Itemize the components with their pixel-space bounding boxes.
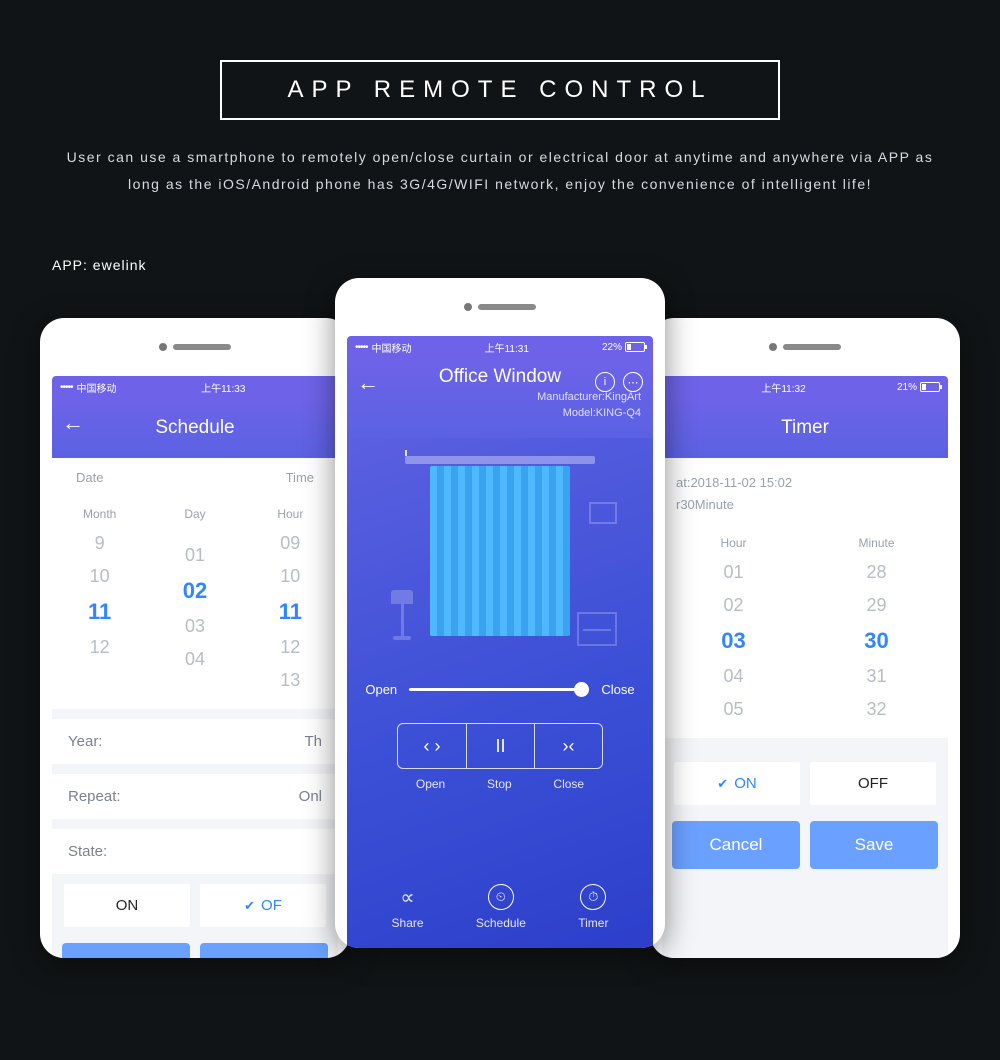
manufacturer-label: Manufacturer:KingArt [537, 390, 641, 405]
battery-icon [625, 342, 645, 352]
phone-stage: ••••• 中国移动 上午11:33 ← Schedule DateTime M… [0, 273, 1000, 973]
more-icon[interactable]: ⋯ [623, 372, 643, 392]
phone-bezel [40, 318, 350, 376]
slider-close-label: Close [601, 682, 634, 697]
status-time: 上午11:31 [485, 340, 529, 355]
control-buttons: ‹ › II ›‹ [397, 723, 603, 769]
nav-schedule[interactable]: ⏲ Schedule [476, 884, 526, 930]
status-bar: 上午11:32 21% [662, 376, 948, 398]
signal-icon: ••••• [60, 382, 73, 393]
status-time: 上午11:33 [201, 380, 245, 395]
curtain-illustration [385, 456, 615, 656]
hero-description: User can use a smartphone to remotely op… [60, 144, 940, 197]
state-off-button[interactable]: OFF [810, 762, 936, 805]
save-button[interactable]: Sav [200, 943, 328, 958]
app-name-label: APP: ewelink [52, 257, 1000, 273]
page-title: Timer [781, 417, 829, 439]
status-time: 上午11:32 [761, 380, 805, 395]
position-slider[interactable] [409, 688, 589, 691]
phone-curtain: ••••• 中国移动 上午11:31 22% ← Office Window M… [335, 278, 665, 948]
date-picker[interactable]: 910 11 12 01 02 0304 0910 11 1213 [52, 527, 338, 709]
back-icon[interactable]: ← [62, 412, 84, 434]
page-title: Schedule [155, 417, 234, 439]
slider-thumb[interactable] [574, 682, 589, 697]
timer-info: at:2018-11-02 15:02 r30Minute [662, 458, 948, 526]
nav-timer[interactable]: ⏱ Timer [578, 884, 608, 930]
hour-wheel[interactable]: 0102 03 0405 [662, 556, 805, 726]
cancel-button[interactable]: Cancel [672, 821, 800, 869]
signal-icon: ••••• [355, 342, 368, 353]
app-header: Timer [662, 398, 948, 458]
hour-wheel[interactable]: 0910 11 1213 [243, 527, 338, 697]
app-header: ← Office Window Manufacturer:KingArt Mod… [347, 358, 653, 438]
save-button[interactable]: Save [810, 821, 938, 869]
slider-open-label: Open [365, 682, 397, 697]
hero-title: APP REMOTE CONTROL [220, 60, 780, 120]
phone-timer: 上午11:32 21% Timer at:2018-11-02 15:02 r3… [650, 318, 960, 958]
stop-button[interactable]: II [466, 724, 534, 768]
column-headers: DateTime [52, 458, 338, 497]
month-wheel[interactable]: 910 11 12 [52, 527, 147, 697]
sub-headers: Month Day Hour [52, 497, 338, 527]
open-button[interactable]: ‹ › [398, 724, 466, 768]
phone-bezel [650, 318, 960, 376]
timer-icon: ⏱ [580, 884, 606, 910]
state-on-button[interactable]: ON [64, 884, 190, 927]
status-bar: ••••• 中国移动 上午11:33 [52, 376, 338, 398]
phone-bezel [335, 278, 665, 336]
status-bar: ••••• 中国移动 上午11:31 22% [347, 336, 653, 358]
cancel-button[interactable]: Cancel [62, 943, 190, 958]
back-icon[interactable]: ← [357, 372, 379, 394]
phone-schedule: ••••• 中国移动 上午11:33 ← Schedule DateTime M… [40, 318, 350, 958]
year-row[interactable]: Year:Th [52, 719, 338, 764]
state-off-button[interactable]: OF [200, 884, 326, 927]
model-label: Model:KING-Q4 [537, 406, 641, 421]
control-labels: Open Stop Close [395, 777, 605, 791]
info-icon[interactable]: i [595, 372, 615, 392]
time-picker[interactable]: 0102 03 0405 2829 30 3132 [662, 556, 948, 738]
repeat-row[interactable]: Repeat:Onl [52, 774, 338, 819]
clock-icon: ⏲ [488, 884, 514, 910]
close-button[interactable]: ›‹ [534, 724, 602, 768]
minute-wheel[interactable]: 2829 30 3132 [805, 556, 948, 726]
state-on-button[interactable]: ON [674, 762, 800, 805]
nav-share[interactable]: ∝ Share [392, 884, 424, 930]
page-title: Office Window [439, 366, 561, 388]
state-row: State: [52, 829, 338, 874]
share-icon: ∝ [395, 884, 421, 910]
app-header: ← Schedule [52, 398, 338, 458]
sub-headers: Hour Minute [662, 526, 948, 556]
day-wheel[interactable]: 01 02 0304 [147, 527, 242, 697]
